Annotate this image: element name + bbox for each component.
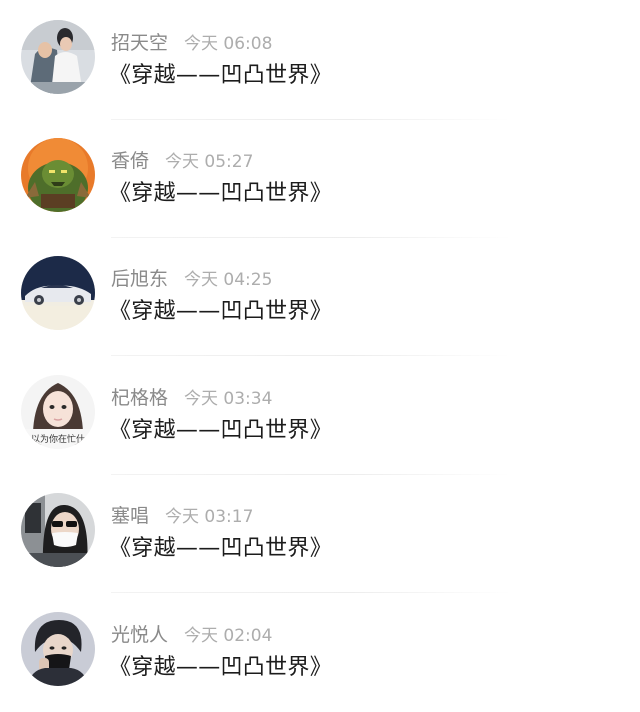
avatar-caption: 以为你在忙什 xyxy=(31,433,85,445)
username[interactable]: 招天空 xyxy=(111,32,168,54)
comment-meta: 塞唱 今天 03:17 xyxy=(111,503,253,529)
comment-text: 《穿越——凹凸世界》 xyxy=(109,299,333,324)
avatar-green-orc-icon[interactable] xyxy=(21,138,95,212)
comment-list: 招天空 今天 06:08 《穿越——凹凸世界》 香倚 今天 05:27 《穿越——凹… xyxy=(0,0,640,711)
timestamp: 今天 03:17 xyxy=(165,507,254,527)
username[interactable]: 塞唱 xyxy=(111,505,149,527)
comment-text: 《穿越——凹凸世界》 xyxy=(109,536,333,561)
comment-meta: 香倚 今天 05:27 xyxy=(111,148,253,174)
timestamp: 今天 04:25 xyxy=(184,270,273,290)
avatar-person-white-shirt-icon[interactable] xyxy=(21,20,95,94)
username[interactable]: 光悦人 xyxy=(111,624,168,646)
username[interactable]: 香倚 xyxy=(111,150,149,172)
divider xyxy=(111,592,511,593)
comment-meta: 光悦人 今天 02:04 xyxy=(111,622,272,648)
timestamp: 今天 02:04 xyxy=(184,626,273,646)
comment-meta: 招天空 今天 06:08 xyxy=(111,30,272,56)
timestamp: 今天 06:08 xyxy=(184,34,273,54)
comment-item[interactable]: 招天空 今天 06:08 《穿越——凹凸世界》 xyxy=(0,2,640,120)
avatar-person-mask-sunglasses-icon[interactable] xyxy=(21,493,95,567)
comment-item[interactable]: 光悦人 今天 02:04 《穿越——凹凸世界》 xyxy=(0,594,640,712)
comment-text: 《穿越——凹凸世界》 xyxy=(109,418,333,443)
username[interactable]: 杞格格 xyxy=(111,387,168,409)
comment-meta: 后旭东 今天 04:25 xyxy=(111,266,272,292)
avatar-girl-portrait-icon[interactable]: 以为你在忙什 xyxy=(21,375,95,449)
avatar-man-black-mask-icon[interactable] xyxy=(21,612,95,686)
comment-text: 《穿越——凹凸世界》 xyxy=(109,181,333,206)
comment-item[interactable]: 以为你在忙什 杞格格 今天 03:34 《穿越——凹凸世界》 xyxy=(0,357,640,475)
username[interactable]: 后旭东 xyxy=(111,268,168,290)
comment-text: 《穿越——凹凸世界》 xyxy=(109,63,333,88)
divider xyxy=(111,355,511,356)
comment-item[interactable]: 后旭东 今天 04:25 《穿越——凹凸世界》 xyxy=(0,238,640,356)
comment-item[interactable]: 塞唱 今天 03:17 《穿越——凹凸世界》 xyxy=(0,475,640,593)
comment-meta: 杞格格 今天 03:34 xyxy=(111,385,272,411)
comment-item[interactable]: 香倚 今天 05:27 《穿越——凹凸世界》 xyxy=(0,120,640,238)
timestamp: 今天 03:34 xyxy=(184,389,273,409)
comment-text: 《穿越——凹凸世界》 xyxy=(109,655,333,680)
avatar-sports-car-icon[interactable] xyxy=(21,256,95,330)
timestamp: 今天 05:27 xyxy=(165,152,254,172)
